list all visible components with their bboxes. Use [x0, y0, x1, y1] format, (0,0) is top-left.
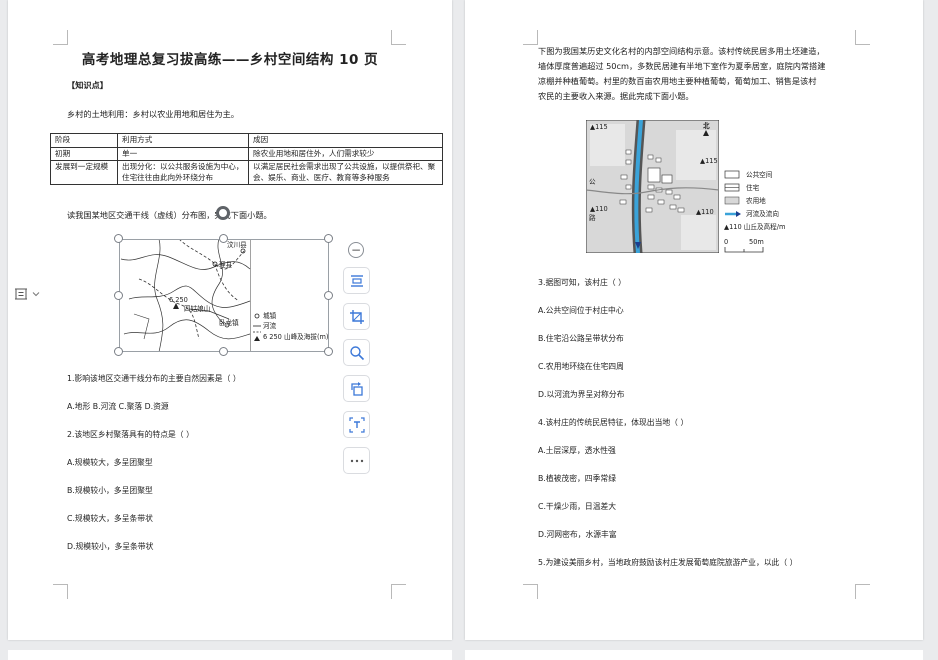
- table-header-cell: 利用方式: [117, 133, 249, 148]
- question-3-option-b: B.住宅沿公路呈带状分布: [538, 334, 624, 343]
- elevation-label: ▲110: [696, 208, 714, 216]
- question-3-option-a: A.公共空间位于村庄中心: [538, 306, 624, 315]
- zoom-button[interactable]: [343, 339, 370, 366]
- table-cell: 除农业用地和居住外，人们需求较少: [248, 146, 443, 161]
- resize-handle-bottom[interactable]: [219, 347, 228, 356]
- question-4-option-d: D.河网密布，水源丰富: [538, 530, 617, 539]
- resize-handle-left[interactable]: [114, 291, 123, 300]
- legend-hill: ▲110 山丘及高程/m: [724, 223, 786, 231]
- question-2-option-a: A.规模较大，多呈团聚型: [67, 458, 153, 467]
- wrap-text-button[interactable]: [343, 267, 370, 294]
- table-cell: 发展到一定规模: [50, 160, 118, 185]
- elevation-label: ▲110: [590, 205, 608, 213]
- knowledge-table: 阶段 利用方式 成因 初期 单一 除农业用地和居住外，人们需求较少 发展到一定规…: [50, 133, 443, 185]
- question-4-option-b: B.植被茂密，四季常绿: [538, 474, 616, 483]
- question-2-option-c: C.规模较大，多呈条带状: [67, 514, 153, 523]
- right-intro-line: 墙体厚度普遍超过 50cm，多数民居建有半地下室作为夏季居室，庭院内常搭建: [538, 61, 826, 71]
- next-page-edge: [465, 650, 923, 660]
- elevation-label: ▲115: [700, 157, 718, 165]
- resize-handle-top-right[interactable]: [324, 234, 333, 243]
- question-2-option-b: B.规模较小，多呈团聚型: [67, 486, 153, 495]
- chevron-down-icon: [32, 292, 40, 297]
- more-dots-icon: [350, 459, 363, 462]
- crop-button[interactable]: [343, 303, 370, 330]
- image-floating-toolbar: −: [342, 236, 374, 476]
- village-map-image: ▲115 ▲115 ▲110 ▲110 北 公 路: [585, 119, 720, 254]
- question-4-option-c: C.干燥少雨，日温差大: [538, 502, 617, 511]
- question-4-option-a: A.土层深厚，透水性强: [538, 446, 616, 455]
- rotate-icon: [350, 381, 363, 396]
- map-intro-text: 读我国某地区交通干线（虚线）分布图，完成下面小题。: [67, 210, 272, 220]
- page-corner-mark: [855, 584, 870, 599]
- next-page-edge: [8, 650, 452, 660]
- table-cell: 单一: [117, 146, 249, 161]
- resize-handle-bottom-right[interactable]: [324, 347, 333, 356]
- legend-public-space: 公共空间: [746, 171, 773, 179]
- page-corner-mark: [53, 584, 68, 599]
- scale-zero: 0: [724, 238, 729, 246]
- wrap-text-icon: [350, 274, 363, 287]
- table-cell: 初期: [50, 146, 118, 161]
- page-corner-mark: [523, 584, 538, 599]
- table-cell: 以满足居民社会需求出现了公共设施，以提供祭祀、聚会、娱乐、商业、医疗、教育等多种…: [248, 160, 443, 185]
- collapse-toolbar-button[interactable]: −: [348, 242, 364, 258]
- rotate-button[interactable]: [343, 375, 370, 402]
- table-header-cell: 成因: [248, 133, 443, 148]
- question-1-options: A.地形 B.河流 C.聚落 D.资源: [67, 402, 169, 411]
- page-corner-mark: [391, 584, 406, 599]
- page-corner-mark: [391, 30, 406, 45]
- table-row: 发展到一定规模 出现分化：以公共服务设施为中心，住宅往往由此向外环绕分布 以满足…: [50, 160, 443, 185]
- question-2-option-d: D.规模较小，多呈条带状: [67, 542, 154, 551]
- magnifier-icon: [349, 345, 364, 360]
- right-intro-line: 下图为我国某历史文化名村的内部空间结构示意。该村传统民居多用土坯建造，: [538, 46, 825, 56]
- road-label: 公: [589, 178, 596, 186]
- section-label: 【知识点】: [67, 80, 108, 90]
- resize-handle-right[interactable]: [324, 291, 333, 300]
- rotate-handle[interactable]: [216, 206, 230, 220]
- village-map-drawing: [585, 119, 720, 254]
- crop-icon: [349, 309, 364, 324]
- legend-residence: 住宅: [746, 184, 760, 192]
- question-4: 4.该村庄的传统民居特征，体现出当地（ ）: [538, 418, 689, 427]
- right-intro-line: 农民的主要收入来源。据此完成下面小题。: [538, 91, 694, 101]
- right-intro-line: 凉棚并种植葡萄。村里的数百亩农用地主要种植葡萄，葡萄加工、销售是该村: [538, 76, 817, 86]
- resize-handle-top-left[interactable]: [114, 234, 123, 243]
- resize-handle-bottom-left[interactable]: [114, 347, 123, 356]
- question-5: 5.为建设美丽乡村，当地政府鼓励该村庄发展葡萄庭院旅游产业，以此（ ）: [538, 558, 798, 567]
- resize-handle-top[interactable]: [219, 234, 228, 243]
- page-corner-mark: [855, 30, 870, 45]
- scale-bar: [724, 247, 764, 253]
- table-row: 初期 单一 除农业用地和居住外，人们需求较少: [50, 146, 443, 161]
- ocr-text-icon: [348, 416, 365, 433]
- question-3-option-c: C.农用地环绕在住宅四周: [538, 362, 624, 371]
- page-corner-mark: [53, 30, 68, 45]
- village-map-legend: 公共空间 住宅 农用地 河流及流向 ▲110 山丘及高程/m 0 50m: [722, 170, 822, 253]
- image-selection-frame: [119, 239, 329, 352]
- layout-options-control[interactable]: [14, 284, 54, 304]
- more-options-button[interactable]: [343, 447, 370, 474]
- page-corner-mark: [523, 30, 538, 45]
- document-page-right: [465, 0, 923, 640]
- intro-text: 乡村的土地利用：乡村以农业用地和居住为主。: [67, 109, 239, 119]
- road-label: 路: [589, 214, 596, 222]
- table-header-cell: 阶段: [50, 133, 118, 148]
- legend-farmland: 农用地: [746, 197, 766, 205]
- north-label: 北: [703, 122, 710, 130]
- elevation-label: ▲115: [590, 123, 608, 131]
- table-cell: 出现分化：以公共服务设施为中心，住宅往往由此向外环绕分布: [117, 160, 249, 185]
- legend-river: 河流及流向: [746, 210, 779, 218]
- document-title: 高考地理总复习拔高练——乡村空间结构 10 页: [81, 52, 379, 68]
- question-2: 2.该地区乡村聚落具有的特点是（ ）: [67, 430, 194, 439]
- layout-icon: [15, 288, 27, 300]
- extract-text-button[interactable]: [343, 411, 370, 438]
- question-3: 3.据图可知，该村庄（ ）: [538, 278, 626, 287]
- question-1: 1.影响该地区交通干线分布的主要自然因素是（ ）: [67, 374, 241, 383]
- question-3-option-d: D.以河流为界呈对称分布: [538, 390, 625, 399]
- table-header-row: 阶段 利用方式 成因: [50, 133, 443, 148]
- scale-length: 50m: [749, 238, 764, 246]
